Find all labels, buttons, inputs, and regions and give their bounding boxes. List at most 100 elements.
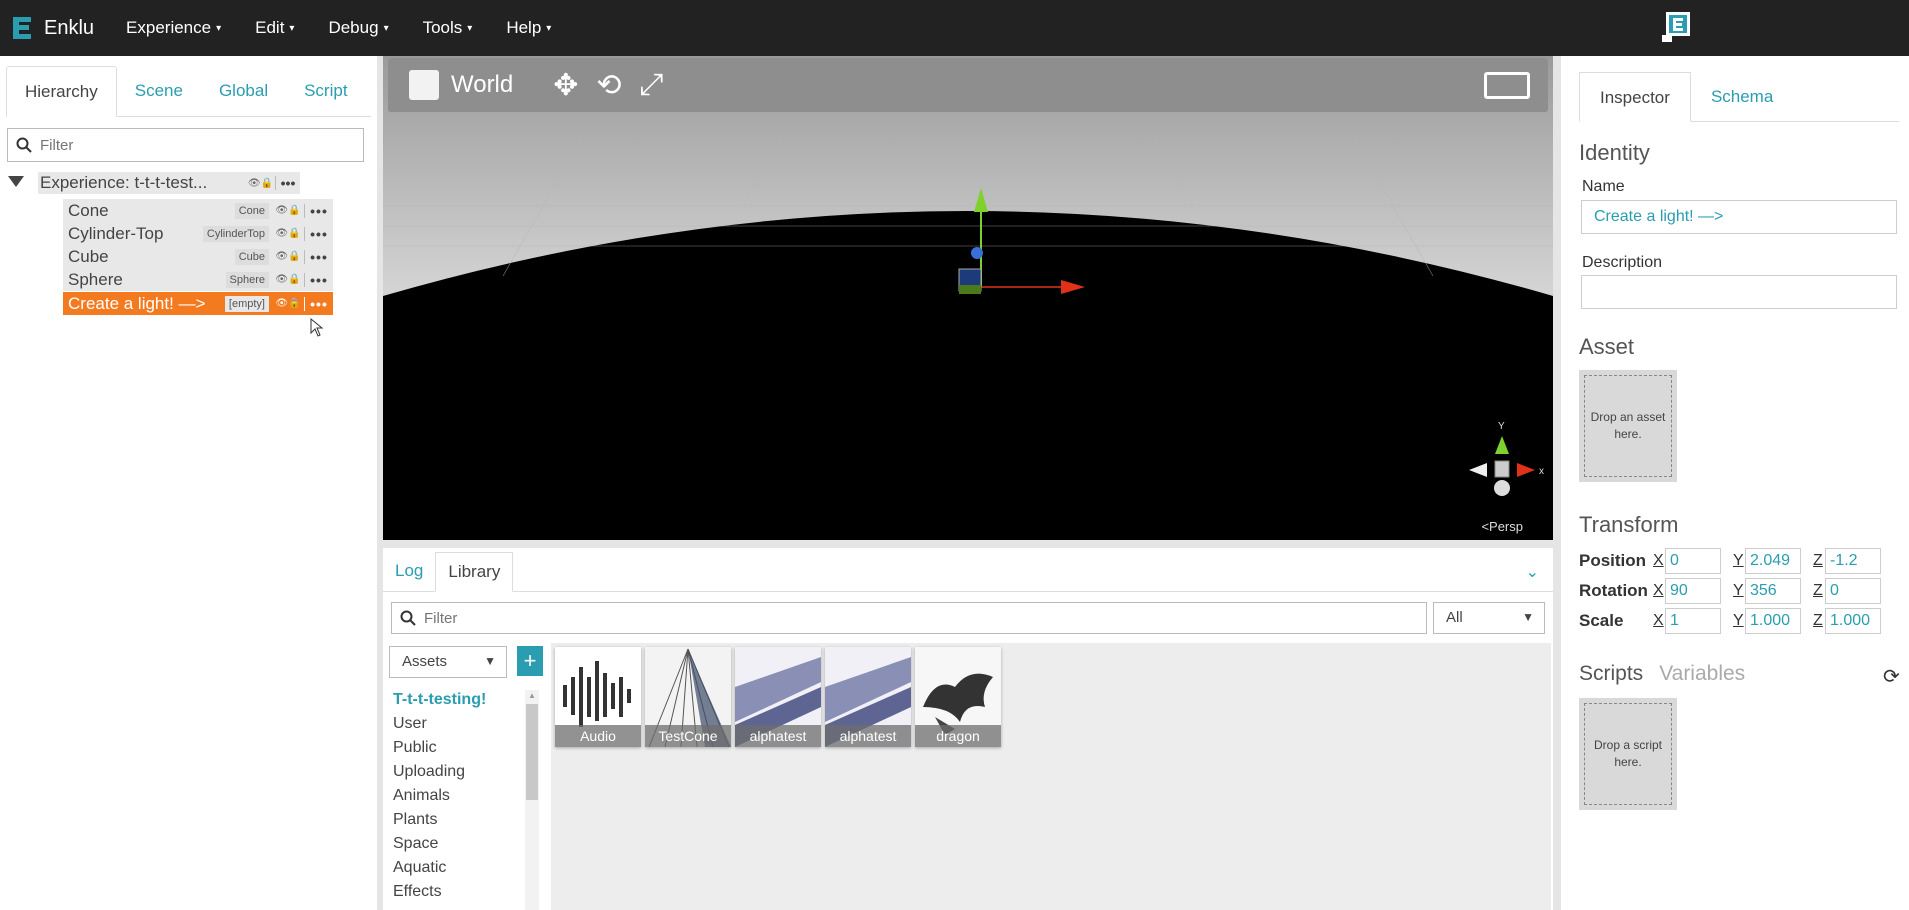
tab-schema[interactable]: Schema — [1691, 72, 1793, 121]
visibility-lock-icon[interactable]: 👁🔒 — [272, 203, 305, 218]
asset-tile-testcone[interactable]: TestCone — [645, 647, 731, 747]
tab-inspector[interactable]: Inspector — [1579, 72, 1691, 122]
menu-experience[interactable]: Experience ▾ — [126, 18, 221, 38]
tab-scripts[interactable]: Scripts — [1579, 662, 1643, 686]
asset-drop-zone[interactable]: Drop an asset here. — [1579, 370, 1677, 482]
more-options-icon[interactable]: ••• — [305, 295, 333, 312]
assets-type-select[interactable]: Assets ▼ — [389, 646, 507, 678]
asset-tile-dragon[interactable]: dragon — [915, 647, 1001, 747]
identity-heading: Identity — [1579, 140, 1650, 165]
world-space-checkbox[interactable] — [409, 70, 439, 100]
rotate-tool-icon[interactable]: ⟲ — [596, 68, 621, 103]
category-item[interactable]: Public — [389, 736, 529, 760]
rotation-x-input[interactable]: 90 — [1665, 578, 1721, 604]
scale-y-input[interactable]: 1.000 — [1745, 608, 1801, 634]
category-item[interactable]: Space — [389, 832, 529, 856]
node-type-tag: Cone — [234, 202, 269, 219]
more-options-icon[interactable]: ••• — [305, 272, 333, 288]
right-splitter[interactable] — [1553, 56, 1561, 910]
menu-edit[interactable]: Edit ▾ — [255, 18, 294, 38]
visibility-lock-icon[interactable]: 👁🔒 — [272, 249, 305, 264]
asset-tile-alphatest-2[interactable]: alphatest — [825, 647, 911, 747]
visibility-lock-icon[interactable]: 👁🔒 — [272, 226, 305, 241]
hierarchy-filter-input[interactable] — [40, 136, 340, 154]
tree-node-cone[interactable]: Cone Cone 👁🔒 ••• — [63, 199, 333, 222]
scroll-up-icon[interactable]: ▲ — [528, 691, 536, 700]
fullscreen-icon[interactable] — [1484, 72, 1530, 99]
caret-down-icon: ▾ — [216, 22, 222, 34]
scale-x-input[interactable]: 1 — [1665, 608, 1721, 634]
tree-node-cube[interactable]: Cube Cube 👁🔒 ••• — [63, 245, 333, 268]
category-scrollbar[interactable]: ▲ — [525, 690, 539, 910]
axis-y-label: Y — [1733, 552, 1744, 569]
add-asset-button[interactable]: + — [517, 646, 543, 676]
refresh-icon[interactable]: ⟳ — [1883, 664, 1900, 689]
tab-variables[interactable]: Variables — [1659, 662, 1745, 686]
perspective-label[interactable]: <Persp — [1481, 519, 1523, 534]
move-tool-icon[interactable]: ✥ — [553, 68, 578, 103]
visibility-lock-icon[interactable]: 👁🔒 — [246, 176, 276, 190]
user-avatar-icon[interactable] — [1662, 11, 1692, 43]
tab-script[interactable]: Script — [286, 66, 365, 116]
category-item[interactable]: Plants — [389, 808, 529, 832]
scene-viewport[interactable]: Y x World ✥ ⟲ ⤢ <Persp — [383, 56, 1553, 540]
category-item[interactable]: Aquatic — [389, 856, 529, 880]
tree-node-cylinder-top[interactable]: Cylinder-Top CylinderTop 👁🔒 ••• — [63, 222, 333, 245]
caret-down-icon: ▾ — [289, 22, 295, 34]
scale-z-input[interactable]: 1.000 — [1825, 608, 1881, 634]
tab-global[interactable]: Global — [201, 66, 286, 116]
left-panel: Hierarchy Scene Global Script Experience… — [0, 56, 377, 910]
collapse-triangle-icon[interactable] — [8, 176, 24, 187]
rotation-y-input[interactable]: 356 — [1745, 578, 1801, 604]
asset-label: Audio — [555, 725, 641, 747]
more-options-icon[interactable]: ••• — [305, 249, 333, 265]
node-type-tag: [empty] — [224, 295, 269, 312]
category-item[interactable]: Animals — [389, 784, 529, 808]
hierarchy-filter — [7, 128, 364, 162]
tab-hierarchy[interactable]: Hierarchy — [6, 66, 117, 117]
search-icon — [16, 137, 32, 153]
script-drop-zone[interactable]: Drop a script here. — [1579, 698, 1677, 810]
asset-tile-audio[interactable]: Audio — [555, 647, 641, 747]
position-z-input[interactable]: -1.2 — [1825, 548, 1881, 574]
tab-library[interactable]: Library — [435, 552, 514, 592]
asset-tile-alphatest[interactable]: alphatest — [735, 647, 821, 747]
viewport-splitter[interactable] — [383, 540, 1553, 548]
description-input[interactable] — [1581, 275, 1897, 309]
more-options-icon[interactable]: ••• — [305, 226, 333, 242]
name-input[interactable]: Create a light! —> — [1581, 200, 1897, 234]
scroll-thumb[interactable] — [526, 704, 538, 800]
library-filter-input[interactable] — [424, 609, 1324, 627]
category-item[interactable]: User — [389, 712, 529, 736]
category-item[interactable]: Effects — [389, 880, 529, 904]
tab-scene[interactable]: Scene — [117, 66, 201, 116]
node-label: Create a light! —> — [68, 293, 206, 313]
collapse-chevron-icon[interactable]: ⌄ — [1526, 562, 1539, 582]
library-scope-select[interactable]: All ▼ — [1433, 602, 1545, 634]
tab-log[interactable]: Log — [383, 552, 435, 591]
asset-drop-text: Drop an asset here. — [1584, 375, 1672, 477]
axis-z-label: Z — [1813, 582, 1823, 599]
visibility-lock-icon[interactable]: 👁🔒 — [272, 296, 305, 311]
category-item[interactable]: T-t-t-testing! — [389, 688, 529, 712]
node-type-tag: CylinderTop — [202, 225, 269, 242]
asset-label: alphatest — [735, 725, 821, 747]
rotation-z-input[interactable]: 0 — [1825, 578, 1881, 604]
tree-node-create-a-light[interactable]: Create a light! —> [empty] 👁🔒 ••• — [63, 292, 333, 315]
tree-root[interactable]: Experience: t-t-t-test... 👁🔒 ••• — [38, 172, 300, 194]
rotation-label: Rotation — [1579, 581, 1648, 600]
more-options-icon[interactable]: ••• — [305, 203, 333, 219]
more-options-icon[interactable]: ••• — [276, 175, 300, 191]
menu-tools[interactable]: Tools ▾ — [423, 18, 473, 38]
position-x-input[interactable]: 0 — [1665, 548, 1721, 574]
scale-tool-icon[interactable]: ⤢ — [640, 68, 664, 102]
menu-help[interactable]: Help ▾ — [506, 18, 551, 38]
visibility-lock-icon[interactable]: 👁🔒 — [272, 272, 305, 287]
tree-node-sphere[interactable]: Sphere Sphere 👁🔒 ••• — [63, 268, 333, 291]
menu-debug[interactable]: Debug ▾ — [328, 18, 388, 38]
category-item[interactable]: Uploading — [389, 760, 529, 784]
position-y-input[interactable]: 2.049 — [1745, 548, 1801, 574]
search-icon — [400, 610, 416, 626]
node-label: Cube — [68, 246, 109, 266]
enklu-logo-icon[interactable] — [0, 0, 44, 56]
